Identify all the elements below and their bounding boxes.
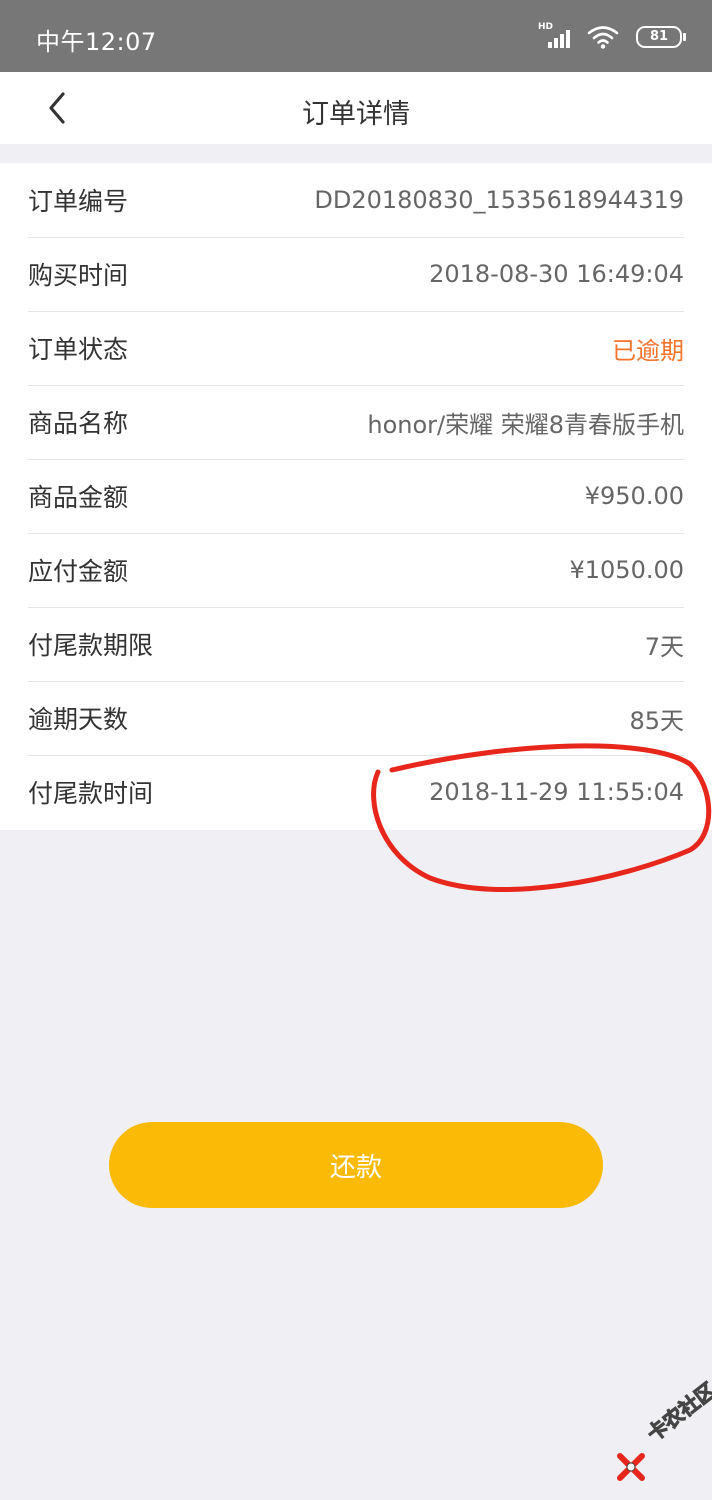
status-bar: 中午12:07 HD 81 [0, 0, 712, 72]
row-label: 订单状态 [28, 335, 129, 364]
signal-icon: HD [538, 22, 570, 48]
row-value: 7天 [644, 632, 684, 661]
row-purchase-time: 购买时间 2018-08-30 16:49:04 [28, 237, 684, 312]
row-label: 付尾款期限 [28, 631, 154, 660]
row-value: honor/荣耀 荣耀8青春版手机 [367, 410, 684, 439]
row-label: 付尾款时间 [28, 779, 154, 808]
row-label: 购买时间 [28, 261, 129, 290]
row-value: 2018-08-30 16:49:04 [429, 260, 684, 288]
row-order-number: 订单编号 DD20180830_1535618944319 [28, 163, 684, 238]
row-balance-time: 付尾款时间 2018-11-29 11:55:04 [28, 755, 684, 829]
watermark-text: 卡农社区 [642, 1377, 712, 1447]
row-product-name: 商品名称 honor/荣耀 荣耀8青春版手机 [28, 385, 684, 460]
row-product-amount: 商品金额 ¥950.00 [28, 459, 684, 534]
battery-icon: 81 [636, 26, 686, 48]
row-overdue-days: 逾期天数 85天 [28, 681, 684, 756]
status-time: 中午12:07 [36, 28, 157, 56]
status-icons: HD 81 [538, 22, 686, 50]
row-payable-amount: 应付金额 ¥1050.00 [28, 533, 684, 608]
row-label: 应付金额 [28, 557, 129, 586]
row-label: 逾期天数 [28, 705, 129, 734]
wifi-icon [587, 26, 619, 49]
order-detail-list: 订单编号 DD20180830_1535618944319 购买时间 2018-… [0, 163, 712, 830]
row-label: 商品金额 [28, 483, 129, 512]
row-order-status: 订单状态 已逾期 [28, 311, 684, 386]
row-value: DD20180830_1535618944319 [314, 186, 684, 214]
row-value: 85天 [629, 706, 684, 735]
row-value: ¥950.00 [584, 482, 684, 510]
status-value: 已逾期 [612, 336, 684, 365]
page-title: 订单详情 [302, 99, 410, 130]
row-value: ¥1050.00 [569, 556, 684, 584]
row-label: 订单编号 [28, 187, 129, 216]
watermark: 卡农社区 [612, 1377, 712, 1498]
watermark-logo-icon [617, 1453, 645, 1481]
repay-button[interactable]: 还款 [109, 1122, 603, 1208]
nav-bar: 订单详情 [0, 72, 712, 144]
row-balance-deadline: 付尾款期限 7天 [28, 607, 684, 682]
row-label: 商品名称 [28, 409, 129, 438]
row-value: 2018-11-29 11:55:04 [429, 778, 684, 806]
